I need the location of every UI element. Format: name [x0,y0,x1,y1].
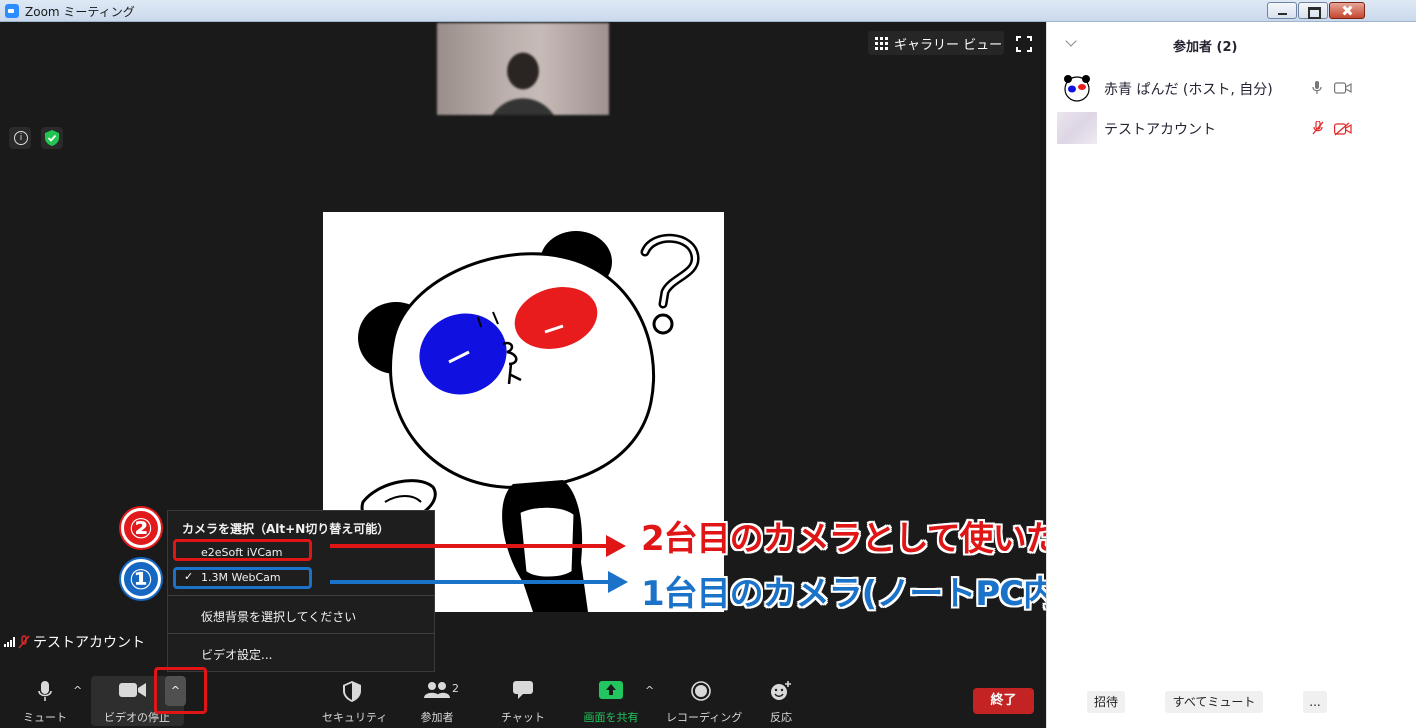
mute-label: ミュート [23,711,67,724]
emoji-add-icon [771,681,791,700]
video-icon[interactable] [1334,82,1352,94]
reactions-button[interactable]: 反応 [758,672,804,728]
security-button[interactable]: セキュリティ [322,672,388,728]
camera-select-menu: カメラを選択（Alt+N切り替え可能） e2eSoft iVCam ✓ 1.3M… [167,510,435,672]
annotation-arrow-red [330,535,626,557]
muted-mic-icon [18,635,30,649]
window-title-bar: Zoom ミーティング [0,0,1416,22]
menu-divider [168,633,434,634]
encryption-shield-icon[interactable] [41,127,63,149]
chat-label: チャット [501,711,545,724]
invite-button[interactable]: 招待 [1087,691,1125,713]
menu-divider [168,595,434,596]
record-icon [691,681,711,701]
annotation-badge-1: ① [121,559,161,599]
minimize-button[interactable] [1267,2,1297,19]
end-meeting-button[interactable]: 終了 [973,688,1034,714]
recording-button[interactable]: レコーディング [666,672,743,728]
participants-panel-title: 参加者 (2) [1173,40,1238,55]
mute-button[interactable]: ミュート [22,672,68,728]
video-settings-item[interactable]: ビデオ設定... [201,646,272,663]
chat-button[interactable]: チャット [500,672,546,728]
collapse-chevron-icon[interactable] [1065,35,1077,47]
participants-icon [424,682,450,698]
camera-option-webcam[interactable]: 1.3M WebCam [201,571,281,584]
participant-thumbnail-video[interactable] [437,23,609,115]
virtual-background-item[interactable]: 仮想背景を選択してください [201,608,356,625]
close-button[interactable] [1329,2,1365,19]
audio-options-caret[interactable]: ^ [73,684,82,697]
connection-signal-icon [4,637,15,647]
avatar [1057,112,1097,144]
security-label: セキュリティ [322,711,388,724]
participant-row[interactable]: テストアカウント [1055,112,1405,144]
participant-name: テストアカウント [1104,122,1216,138]
meeting-info-icon[interactable] [9,127,31,149]
mute-all-button[interactable]: すべてミュート [1165,691,1263,713]
microphone-icon [38,681,52,701]
share-options-caret[interactable]: ^ [645,684,654,697]
chat-bubble-icon [513,681,533,699]
share-screen-label: 画面を共有 [583,711,639,724]
participant-count: 2 [452,682,459,695]
muted-mic-icon[interactable] [1312,121,1324,135]
annotation-text-red: 2台目のカメラとして使いたい [641,519,1093,559]
camera-menu-header: カメラを選択（Alt+N切り替え可能） [182,522,390,536]
video-off-icon[interactable] [1334,122,1352,136]
security-shield-icon [343,681,361,702]
gallery-view-button[interactable]: ギャラリー ビュー [868,31,1004,55]
camera-option-ivcam[interactable]: e2eSoft iVCam [201,546,282,559]
meeting-stage: ギャラリー ビュー [0,22,1046,728]
highlight-box-caret [154,667,207,714]
window-title: Zoom ミーティング [25,5,135,19]
participant-name-tag: テストアカウント [0,632,149,652]
reactions-label: 反応 [770,711,792,724]
annotation-badge-2: ② [121,508,161,548]
avatar [1064,75,1090,102]
gallery-view-label: ギャラリー ビュー [894,37,1003,53]
share-screen-icon [599,681,623,699]
zoom-logo-icon [5,4,19,18]
participants-panel: 参加者 (2) 赤青 ぱんだ (ホスト, 自分) テストアカウント 招待 すべて… [1046,22,1416,728]
video-camera-icon [118,683,146,697]
mic-icon[interactable] [1312,81,1322,95]
participant-row[interactable]: 赤青 ぱんだ (ホスト, 自分) [1055,72,1405,104]
fullscreen-icon[interactable] [1016,36,1032,52]
restore-button[interactable] [1298,2,1328,19]
recording-label: レコーディング [666,711,743,724]
share-screen-button[interactable]: 画面を共有 [578,672,644,728]
more-options-button[interactable]: ... [1303,691,1327,713]
grid-icon [875,36,888,50]
participants-label: 参加者 [420,711,454,724]
participant-name-tag-label: テストアカウント [33,635,145,651]
participants-button[interactable]: 参加者 [414,672,460,728]
checkmark-icon: ✓ [184,570,194,583]
participant-name: 赤青 ぱんだ (ホスト, 自分) [1104,82,1273,98]
annotation-arrow-blue [330,571,628,593]
